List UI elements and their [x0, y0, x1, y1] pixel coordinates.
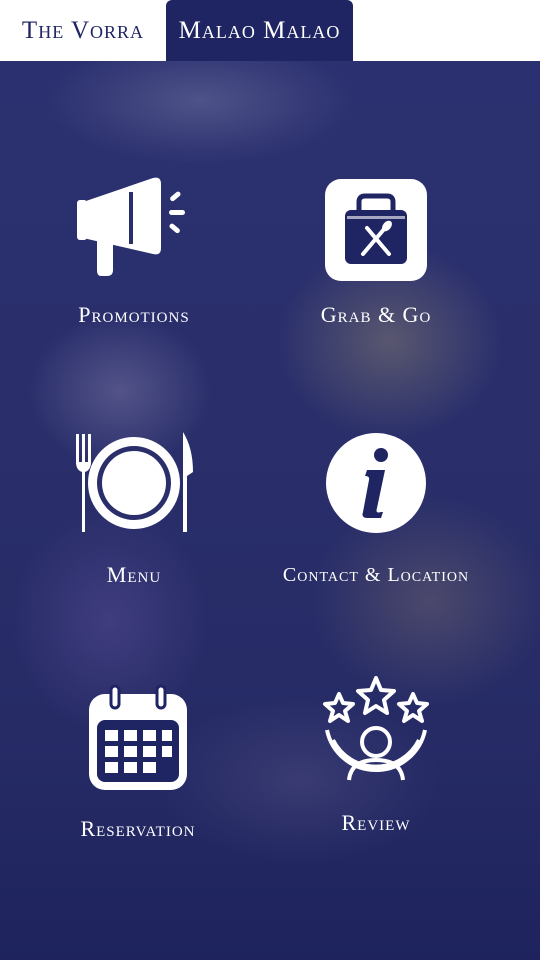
menu-label: Menu	[106, 562, 162, 587]
takeaway-bag-icon	[311, 172, 441, 282]
promotions-label: Promotions	[78, 302, 190, 327]
review-label: Review	[341, 810, 411, 835]
tab-the-vorra[interactable]: The Vorra	[0, 0, 166, 61]
megaphone-icon	[69, 172, 199, 282]
calendar-icon	[73, 682, 203, 792]
tab-malao-malao[interactable]: Malao Malao	[166, 0, 353, 61]
grab-and-go-label: Grab & Go	[320, 302, 432, 327]
plate-cutlery-icon	[69, 428, 199, 538]
contact-location-label: Contact & Location	[282, 564, 470, 586]
info-icon	[311, 428, 441, 538]
menu-button[interactable]: Menu	[14, 428, 254, 588]
star-rating-user-icon	[311, 676, 441, 794]
reservation-label: Reservation	[80, 816, 196, 841]
contact-location-button[interactable]: Contact & Location	[256, 428, 496, 587]
review-button[interactable]: Review	[256, 676, 496, 836]
reservation-button[interactable]: Reservation	[18, 682, 258, 842]
grab-and-go-button[interactable]: Grab & Go	[256, 172, 496, 328]
promotions-button[interactable]: Promotions	[14, 172, 254, 328]
tab-bar: The Vorra Malao Malao	[0, 0, 540, 61]
